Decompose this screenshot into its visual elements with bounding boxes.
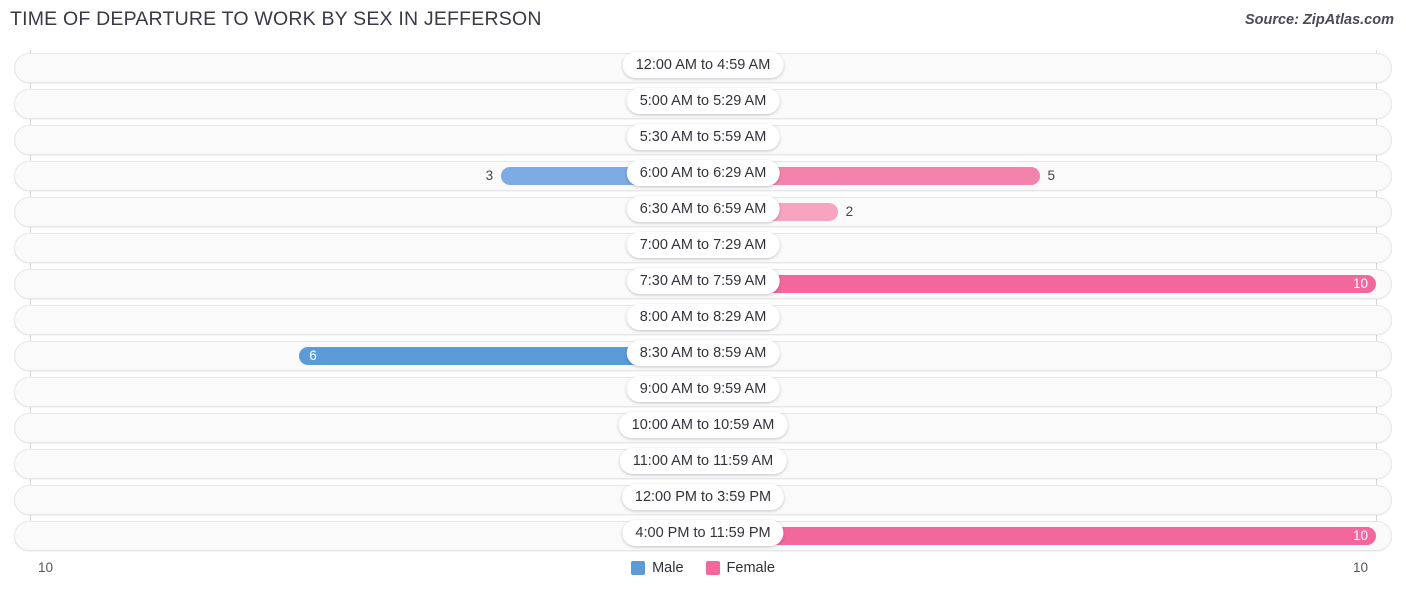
chart-page: TIME OF DEPARTURE TO WORK BY SEX IN JEFF… [0,0,1406,594]
row-category-label: 5:00 AM to 5:29 AM [626,88,780,114]
chart-legend: Male Female [0,560,1406,576]
row-category-label: 6:30 AM to 6:59 AM [626,196,780,222]
legend-label-female: Female [726,560,775,576]
row-category-label: 5:30 AM to 5:59 AM [626,124,780,150]
chart-row[interactable]: 0011:00 AM to 11:59 AM [0,446,1406,482]
source-attribution: Source: ZipAtlas.com [1244,12,1394,28]
chart-row[interactable]: 608:30 AM to 8:59 AM [0,338,1406,374]
chart-row[interactable]: 0107:30 AM to 7:59 AM [0,266,1406,302]
chart-row[interactable]: 026:30 AM to 6:59 AM [0,194,1406,230]
chart-row[interactable]: 007:00 AM to 7:29 AM [0,230,1406,266]
row-category-label: 4:00 PM to 11:59 PM [622,520,784,546]
legend-swatch-male-icon [631,561,646,575]
row-category-label: 8:30 AM to 8:59 AM [626,340,780,366]
chart-row[interactable]: 0104:00 PM to 11:59 PM [0,518,1406,554]
chart-row[interactable]: 009:00 AM to 9:59 AM [0,374,1406,410]
chart-row[interactable]: 0010:00 AM to 10:59 AM [0,410,1406,446]
legend-label-male: Male [652,560,684,576]
row-category-label: 10:00 AM to 10:59 AM [618,412,788,438]
row-category-label: 6:00 AM to 6:29 AM [626,160,780,186]
chart-row[interactable]: 0012:00 PM to 3:59 PM [0,482,1406,518]
chart-row[interactable]: 005:30 AM to 5:59 AM [0,122,1406,158]
bar-value-female: 10 [1352,276,1368,291]
chart-row[interactable]: 0012:00 AM to 4:59 AM [0,50,1406,86]
bar-value-female: 2 [845,204,854,219]
bar-female[interactable] [703,275,1376,293]
bar-value-female: 10 [1352,528,1368,543]
legend-item-female[interactable]: Female [705,560,775,576]
row-category-label: 7:00 AM to 7:29 AM [626,232,780,258]
chart-row[interactable]: 3 5 6:00 AM to 6:29 AM [0,158,1406,194]
row-category-label: 12:00 AM to 4:59 AM [622,52,784,78]
bar-female[interactable] [703,527,1376,545]
chart-footer: 10 10 Male Female [0,556,1406,594]
row-category-label: 9:00 AM to 9:59 AM [626,376,780,402]
legend-item-male[interactable]: Male [631,560,684,576]
chart-row[interactable]: 005:00 AM to 5:29 AM [0,86,1406,122]
bar-value-female: 5 [1047,168,1056,183]
legend-swatch-female-icon [705,561,720,575]
page-title: TIME OF DEPARTURE TO WORK BY SEX IN JEFF… [10,8,542,30]
row-category-label: 12:00 PM to 3:59 PM [621,484,785,510]
row-category-label: 8:00 AM to 8:29 AM [626,304,780,330]
bar-value-male: 3 [485,168,494,183]
row-category-label: 11:00 AM to 11:59 AM [619,448,787,474]
chart-plot-area: 0012:00 AM to 4:59 AM005:00 AM to 5:29 A… [0,50,1406,554]
chart-rows: 0012:00 AM to 4:59 AM005:00 AM to 5:29 A… [0,50,1406,554]
row-category-label: 7:30 AM to 7:59 AM [626,268,780,294]
chart-row[interactable]: 008:00 AM to 8:29 AM [0,302,1406,338]
bar-value-male: 6 [309,348,317,363]
